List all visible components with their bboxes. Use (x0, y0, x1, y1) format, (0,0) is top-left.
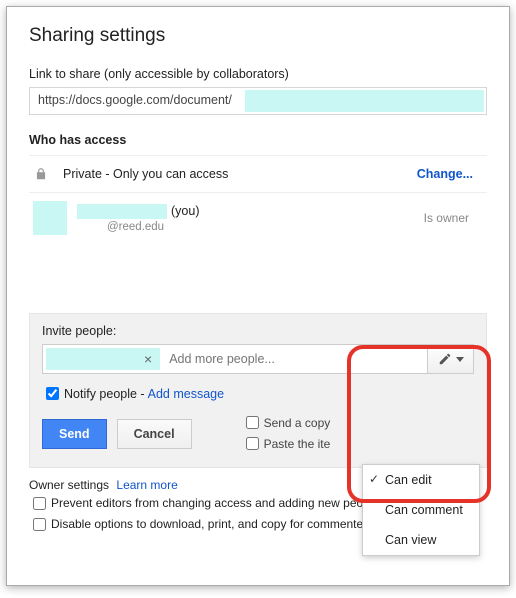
chip-remove-icon[interactable]: × (140, 351, 156, 367)
link-to-share-box (29, 87, 487, 115)
redacted-user-name (77, 204, 167, 219)
send-copy-label: Send a copy (264, 416, 331, 430)
paste-item-checkbox[interactable] (246, 437, 259, 450)
access-row-private: Private - Only you can access Change... (29, 155, 487, 193)
extra-options: Send a copy Paste the ite (242, 413, 331, 455)
dialog-title: Sharing settings (29, 25, 487, 47)
permission-dropdown-menu: Can edit Can comment Can view (362, 464, 480, 556)
add-message-link[interactable]: Add message (148, 387, 224, 401)
learn-more-link[interactable]: Learn more (116, 478, 177, 492)
redacted-link-segment (245, 90, 484, 112)
notify-people-checkbox[interactable] (46, 387, 59, 400)
notify-row: Notify people - Add message (42, 384, 474, 403)
link-to-share-label: Link to share (only accessible by collab… (29, 67, 487, 81)
prevent-editors-label: Prevent editors from changing access and… (51, 496, 379, 510)
disable-download-checkbox[interactable] (33, 518, 46, 531)
paste-item-label: Paste the ite (264, 437, 331, 451)
private-access-text: Private - Only you can access (63, 167, 417, 181)
user-name-block: (you) @reed.edu (77, 204, 424, 233)
invite-panel: Invite people: × Notify people - Add mes… (29, 313, 487, 468)
invite-button-row: Send Cancel Send a copy Paste the ite (42, 413, 474, 455)
invite-chip: × (46, 348, 160, 370)
change-access-link[interactable]: Change... (417, 167, 473, 181)
sharing-settings-dialog: Sharing settings Link to share (only acc… (6, 6, 510, 586)
invite-people-label: Invite people: (42, 324, 474, 338)
redacted-chip-name (52, 352, 134, 366)
user-row-owner: (you) @reed.edu Is owner (29, 193, 487, 243)
owner-settings-label: Owner settings (29, 478, 109, 492)
link-to-share-input[interactable] (30, 88, 240, 112)
prevent-editors-checkbox[interactable] (33, 497, 46, 510)
dropdown-can-view[interactable]: Can view (363, 525, 479, 555)
send-button[interactable]: Send (42, 419, 107, 449)
user-email: @reed.edu (107, 221, 424, 233)
dropdown-can-edit[interactable]: Can edit (363, 465, 479, 495)
lock-icon (33, 166, 49, 182)
avatar (33, 201, 67, 235)
send-copy-checkbox[interactable] (246, 416, 259, 429)
you-suffix: (you) (171, 204, 199, 218)
invite-input-row: × (42, 344, 474, 374)
cancel-button[interactable]: Cancel (117, 419, 192, 449)
add-more-people-input[interactable] (163, 345, 427, 373)
caret-down-icon (456, 357, 464, 362)
who-has-access-label: Who has access (29, 133, 487, 147)
pencil-icon (438, 352, 452, 366)
permission-dropdown-button[interactable] (427, 345, 473, 373)
dropdown-can-comment[interactable]: Can comment (363, 495, 479, 525)
notify-people-label: Notify people - (64, 387, 145, 401)
user-role: Is owner (424, 211, 469, 225)
